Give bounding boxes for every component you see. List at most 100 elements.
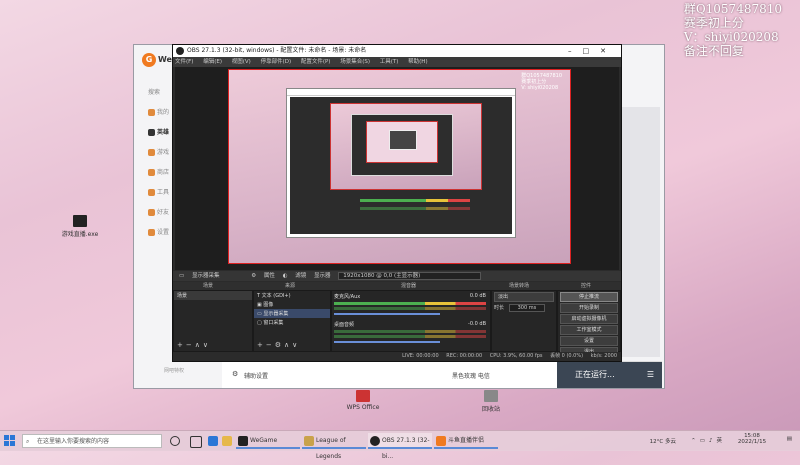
volume-meter bbox=[334, 307, 486, 310]
display-select[interactable]: 1920x1080 @ 0,0 (主显示器) bbox=[338, 272, 482, 280]
mixer-dock: 麦克风/Aux 0.0 dB 桌面音频 -0.0 dB bbox=[331, 290, 491, 352]
tray-icons[interactable]: ⌃▭♪英 bbox=[691, 436, 726, 444]
menu-help[interactable]: 帮助(H) bbox=[408, 59, 427, 65]
wps-icon bbox=[356, 390, 370, 402]
overlay-line: 备注不回复 bbox=[683, 44, 744, 58]
nested-canvas bbox=[366, 121, 438, 163]
source-item[interactable]: ▭ 显示器采集 bbox=[254, 309, 330, 318]
obs-icon bbox=[370, 436, 380, 446]
sources-dock-title: 来源 bbox=[285, 283, 296, 289]
scenes-dock: 场景 +−∧∨ bbox=[173, 290, 253, 352]
preview-canvas[interactable]: 群Q1057487810 赛季初上分 V: shiyi020208 bbox=[228, 69, 571, 264]
display-label: 显示器 bbox=[314, 273, 331, 279]
transitions-dock-title: 场景转场 bbox=[509, 283, 530, 289]
nested-obs-window bbox=[286, 88, 516, 238]
volume-slider[interactable] bbox=[334, 313, 441, 315]
source-item[interactable]: T 文本 (GDI+) bbox=[254, 291, 330, 300]
menu-tools[interactable]: 工具(T) bbox=[380, 59, 399, 65]
channel-name: 桌面音频 bbox=[334, 322, 355, 328]
controls-dock-title: 控件 bbox=[581, 283, 592, 289]
edge-icon[interactable] bbox=[208, 436, 218, 446]
scene-controls[interactable]: +−∧∨ bbox=[177, 341, 211, 349]
menu-profile[interactable]: 配置文件(P) bbox=[301, 59, 331, 65]
search-icon: ⌕ bbox=[26, 438, 30, 445]
nav-icon bbox=[148, 209, 155, 216]
volume-meter bbox=[334, 335, 486, 338]
controls-dock: 停止推流 开始录制 启动虚拟摄像机 工作室模式 设置 退出 bbox=[557, 290, 621, 357]
studio-mode-button[interactable]: 工作室模式 bbox=[560, 325, 618, 335]
obs-window: OBS 27.1.3 (32-bit, windows) - 配置文件: 未命名… bbox=[172, 44, 622, 362]
start-recording-button[interactable]: 开始录制 bbox=[560, 303, 618, 313]
nested-titlebar bbox=[287, 89, 515, 96]
taskbar-app-wegame[interactable]: WeGame bbox=[236, 433, 300, 449]
cpu-usage: CPU: 3.9%, 60.00 fps bbox=[489, 353, 543, 359]
assist-settings-link[interactable]: 辅助设置 bbox=[244, 371, 268, 380]
nested-window bbox=[389, 130, 417, 150]
obs-statusbar: LIVE: 00:00:00 REC: 00:00:00 CPU: 3.9%, … bbox=[173, 352, 621, 361]
desktop-icon[interactable]: 回收站 bbox=[466, 390, 516, 413]
menu-docks[interactable]: 停靠部件(D) bbox=[261, 59, 292, 65]
mixer-channel: 桌面音频 -0.0 dB bbox=[334, 321, 486, 343]
recycle-bin-icon bbox=[484, 390, 498, 402]
channel-name: 麦克风/Aux bbox=[334, 294, 361, 300]
taskbar-app-douyu[interactable]: 斗鱼直播伴侣 bbox=[434, 433, 498, 449]
source-item[interactable]: ▢ 窗口采集 bbox=[254, 318, 330, 327]
window-controls[interactable]: –□✕ bbox=[568, 45, 617, 57]
nested-meter bbox=[360, 197, 470, 202]
overlay-line: V：shiyi020208 bbox=[683, 30, 779, 44]
douyu-icon bbox=[436, 436, 446, 446]
lol-icon bbox=[304, 436, 314, 446]
windows-start-icon[interactable] bbox=[4, 435, 16, 447]
obs-menubar: 文件(F) 编辑(E) 视图(V) 停靠部件(D) 配置文件(P) 场景集合(S… bbox=[173, 57, 621, 67]
weather-widget[interactable]: 12°C 多云 bbox=[650, 437, 676, 445]
menu-view[interactable]: 视图(V) bbox=[232, 59, 251, 65]
task-view-icon[interactable] bbox=[190, 436, 202, 448]
start-virtual-camera-button[interactable]: 启动虚拟摄像机 bbox=[560, 314, 618, 324]
wegame-footer: 网吧特权 bbox=[164, 368, 185, 374]
source-item[interactable]: ▣ 图像 bbox=[254, 300, 330, 309]
selected-source-name: 显示器采集 bbox=[191, 273, 220, 279]
volume-slider[interactable] bbox=[334, 341, 441, 343]
obs-titlebar: OBS 27.1.3 (32-bit, windows) - 配置文件: 未命名… bbox=[173, 45, 621, 57]
app-icon bbox=[73, 215, 87, 227]
overlay-line: 赛季初上分 bbox=[683, 16, 744, 30]
desktop-icon-label: 回收站 bbox=[481, 406, 500, 413]
taskbar-app-obs[interactable]: OBS 27.1.3 (32-bi... bbox=[368, 433, 432, 460]
desktop-icon[interactable]: 游戏直播.exe bbox=[55, 215, 105, 238]
preview-area[interactable]: 群Q1057487810 赛季初上分 V: shiyi020208 bbox=[175, 67, 619, 270]
mixer-channel: 麦克风/Aux 0.0 dB bbox=[334, 293, 486, 315]
menu-file[interactable]: 文件(F) bbox=[175, 59, 193, 65]
running-label: 正在运行... bbox=[575, 370, 615, 379]
transition-select[interactable]: 淡出 bbox=[494, 292, 554, 302]
stop-streaming-button[interactable]: 停止推流 bbox=[560, 292, 618, 302]
nested-canvas bbox=[330, 103, 482, 190]
source-toolbar: ▭ 显示器采集 ⚙ 属性 ◐ 滤镜 显示器 1920x1080 @ 0,0 (主… bbox=[173, 271, 621, 281]
menu-scene-collection[interactable]: 场景集合(S) bbox=[340, 59, 370, 65]
nav-icon bbox=[148, 109, 155, 116]
clock[interactable]: 15:08 2022/1/15 bbox=[730, 433, 774, 445]
menu-icon[interactable]: ☰ bbox=[647, 362, 654, 388]
settings-button[interactable]: 设置 bbox=[560, 336, 618, 346]
scene-item[interactable]: 场景 bbox=[174, 291, 252, 300]
running-button[interactable]: 正在运行... ☰ bbox=[557, 362, 662, 388]
cortana-icon[interactable] bbox=[170, 436, 180, 446]
taskbar: ⌕ 在这里输入你要搜索的内容 WeGame League of Legends … bbox=[0, 430, 800, 460]
desktop-icon[interactable]: WPS Office bbox=[338, 390, 388, 411]
stream-overlay-text: 群Q1057487810 赛季初上分 V：shiyi020208 备注不回复 bbox=[684, 2, 782, 58]
wegame-icon bbox=[238, 436, 248, 446]
desktop-icon-label: WPS Office bbox=[346, 404, 380, 411]
settings-gear-icon[interactable]: ⚙ bbox=[232, 370, 238, 378]
menu-edit[interactable]: 编辑(E) bbox=[203, 59, 222, 65]
properties-button[interactable]: ⚙ 属性 bbox=[251, 273, 275, 279]
rec-timer: REC: 00:00:00 bbox=[446, 353, 483, 359]
nav-icon bbox=[148, 229, 155, 236]
duration-input[interactable]: 300 ms bbox=[508, 304, 546, 312]
transitions-dock: 淡出 时长 300 ms bbox=[491, 290, 557, 352]
taskbar-search-input[interactable]: ⌕ 在这里输入你要搜索的内容 bbox=[22, 434, 162, 448]
taskbar-app-lol[interactable]: League of Legends bbox=[302, 433, 366, 460]
source-controls[interactable]: +−⚙∧∨ bbox=[257, 341, 300, 349]
filters-button[interactable]: ◐ 滤镜 bbox=[283, 273, 307, 279]
file-explorer-icon[interactable] bbox=[222, 436, 232, 446]
notification-icon[interactable]: ▤ bbox=[787, 436, 792, 442]
nested-window bbox=[351, 114, 453, 176]
